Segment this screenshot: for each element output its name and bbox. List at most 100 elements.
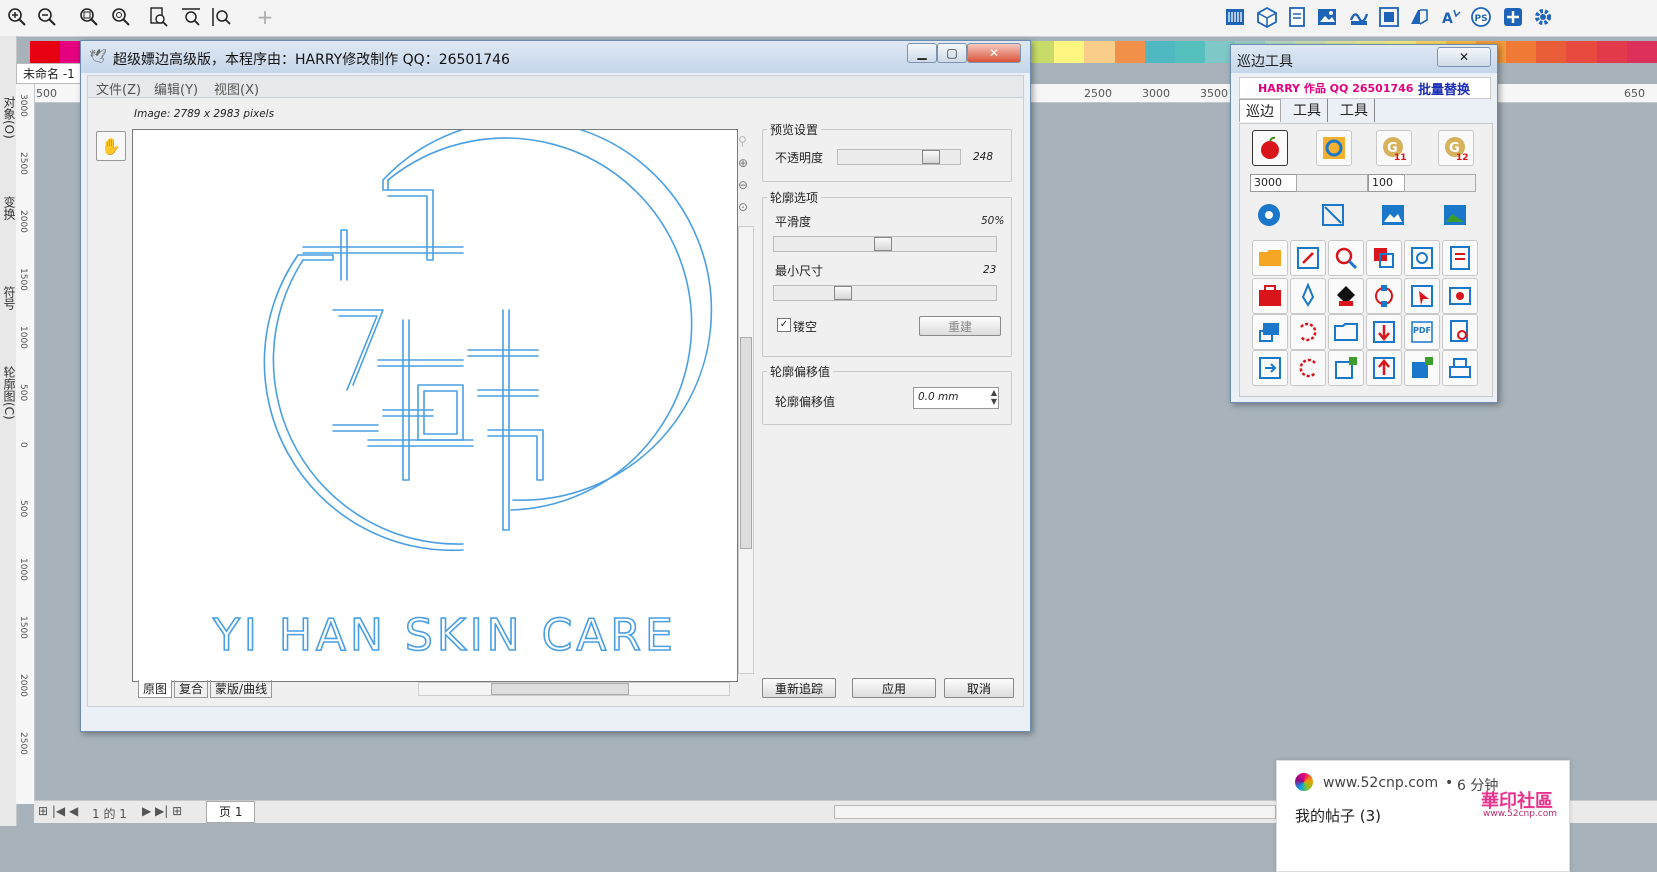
maximize-button[interactable]: ▢ (937, 43, 967, 63)
value-input[interactable]: 100 (1368, 174, 1407, 192)
batch-replace-link[interactable]: 批量替换 (1418, 79, 1470, 98)
molecule-icon[interactable] (1252, 198, 1286, 232)
export-icon[interactable] (1252, 314, 1288, 350)
new-page-icon[interactable] (1328, 350, 1364, 386)
menu-view[interactable]: 视图(X) (214, 79, 259, 98)
pdf-icon[interactable]: PDF (1404, 314, 1440, 350)
preview-canvas[interactable]: YI HAN SKIN CARE (132, 119, 738, 682)
rebuild-button[interactable]: 重建 (919, 316, 1001, 336)
rotate-right-icon[interactable] (1290, 350, 1326, 386)
value-slider[interactable] (1404, 174, 1476, 192)
plus-icon[interactable] (1500, 3, 1526, 31)
pointer-icon[interactable] (1404, 278, 1440, 314)
zoom-all-icon[interactable] (108, 4, 134, 30)
zoom-selected-icon[interactable] (76, 4, 102, 30)
vertical-scrollbar[interactable] (738, 226, 754, 674)
add-icon[interactable]: + (252, 4, 278, 30)
menu-file[interactable]: 文件(Z) (96, 79, 141, 98)
g12-icon[interactable]: G 12 (1438, 130, 1474, 166)
palette-swatch[interactable] (1084, 41, 1115, 63)
opacity-slider[interactable] (837, 149, 961, 165)
zoom-height-icon[interactable] (208, 4, 234, 30)
palette-swatch[interactable] (1506, 41, 1537, 63)
tool-titlebar[interactable]: 巡边工具 ✕ (1231, 45, 1497, 73)
tab-trace[interactable]: 巡边 (1239, 99, 1281, 122)
minimize-button[interactable]: ▁ (907, 43, 937, 63)
canvas-h-scrollbar[interactable] (418, 682, 730, 696)
g11-icon[interactable]: G 11 (1376, 130, 1412, 166)
list-icon[interactable] (1442, 240, 1478, 276)
horizontal-scrollbar[interactable] (834, 805, 1276, 819)
zoom-in-icon[interactable] (4, 4, 30, 30)
upload-icon[interactable] (1366, 350, 1402, 386)
threshold-input[interactable]: 3000 (1250, 174, 1299, 192)
notification-popup[interactable]: www.52cnp.com • 6 分钟 我的帖子 (3) 華印社區 www.5… (1276, 760, 1570, 872)
nodes-icon[interactable] (1366, 278, 1402, 314)
fit-icon[interactable]: ⊙ (738, 200, 748, 214)
palette-swatch[interactable] (1566, 41, 1597, 63)
ps-icon[interactable]: PS (1468, 3, 1494, 31)
toolbox-icon[interactable] (1252, 278, 1288, 314)
photo-icon[interactable] (1404, 240, 1440, 276)
threshold-slider[interactable] (1296, 174, 1368, 192)
zoom-icon[interactable]: ⚲ (738, 134, 747, 148)
import-icon[interactable] (1252, 350, 1288, 386)
fill-icon[interactable] (1328, 278, 1364, 314)
palette-swatch[interactable] (1114, 41, 1145, 63)
smooth-slider[interactable] (773, 236, 997, 252)
open-folder-icon[interactable] (1328, 314, 1364, 350)
tab-tools-1[interactable]: 工具 (1287, 99, 1328, 122)
page-nav-next-icon[interactable]: ▶ ▶| ⊞ (142, 804, 182, 818)
align-icon[interactable] (1376, 3, 1402, 31)
add-save-icon[interactable] (1404, 350, 1440, 386)
pen-icon[interactable] (1290, 278, 1326, 314)
tab-tools-2[interactable]: 工具 (1334, 99, 1375, 122)
page-nav-icon[interactable]: ⊞ |◀ ◀ (38, 804, 78, 818)
book-icon[interactable] (1406, 3, 1432, 31)
palette-swatch[interactable] (1536, 41, 1567, 63)
palette-swatch[interactable] (30, 41, 61, 63)
menu-edit[interactable]: 编辑(Y) (154, 79, 198, 98)
folder-icon[interactable] (1252, 240, 1288, 276)
dialog-titlebar[interactable]: 🕊 超级嫖边高级版，本程序由：HARRY修改制作 QQ：26501746 ▁ ▢… (81, 41, 1030, 73)
layers-icon[interactable] (1366, 240, 1402, 276)
picture-icon[interactable] (1438, 198, 1472, 232)
cancel-button[interactable]: 取消 (944, 678, 1014, 698)
my-posts-link[interactable]: 我的帖子 (3) (1295, 805, 1381, 826)
document-icon[interactable] (1284, 3, 1310, 31)
document-tab[interactable]: 未命名 -1 (16, 63, 86, 84)
search-icon[interactable] (1328, 240, 1364, 276)
image-icon[interactable] (1314, 3, 1340, 31)
spinner-icon[interactable]: ▲ ▼ (991, 388, 997, 406)
zoom-page-icon[interactable] (146, 4, 172, 30)
apply-button[interactable]: 应用 (852, 678, 936, 698)
text-effect-icon[interactable]: A (1438, 3, 1464, 31)
rotate-left-icon[interactable] (1290, 314, 1326, 350)
hand-tool-icon[interactable]: ✋ (96, 131, 126, 161)
trace-icon[interactable] (1346, 3, 1372, 31)
zoom-out-icon[interactable]: ⊖ (738, 178, 748, 192)
resize-icon[interactable] (1316, 198, 1350, 232)
zoom-in-icon[interactable]: ⊕ (738, 156, 748, 170)
landscape-icon[interactable] (1376, 198, 1410, 232)
find-page-icon[interactable] (1442, 314, 1478, 350)
apple-icon[interactable] (1252, 130, 1288, 166)
resample-icon[interactable] (1442, 278, 1478, 314)
palette-swatch[interactable] (1174, 41, 1205, 63)
palette-swatch[interactable] (1054, 41, 1085, 63)
retrace-button[interactable]: 重新追踪 (762, 678, 836, 698)
edit-icon[interactable] (1290, 240, 1326, 276)
zoom-width-icon[interactable] (178, 4, 204, 30)
refresh-icon[interactable] (1316, 130, 1352, 166)
tab-composite[interactable]: 复合 (174, 680, 209, 698)
palette-swatch[interactable] (1144, 41, 1175, 63)
download-icon[interactable] (1366, 314, 1402, 350)
hollow-checkbox[interactable]: ✓ (777, 318, 791, 332)
barcode-icon[interactable] (1222, 3, 1248, 31)
tab-mask-curve[interactable]: 蒙版/曲线 (210, 680, 273, 698)
offset-input[interactable]: 0.0 mm ▲ ▼ (913, 387, 999, 409)
minsize-slider[interactable] (773, 285, 997, 301)
gear-icon[interactable] (1530, 3, 1556, 31)
cube-icon[interactable] (1254, 3, 1280, 31)
page-tab[interactable]: 页 1 (206, 801, 256, 823)
